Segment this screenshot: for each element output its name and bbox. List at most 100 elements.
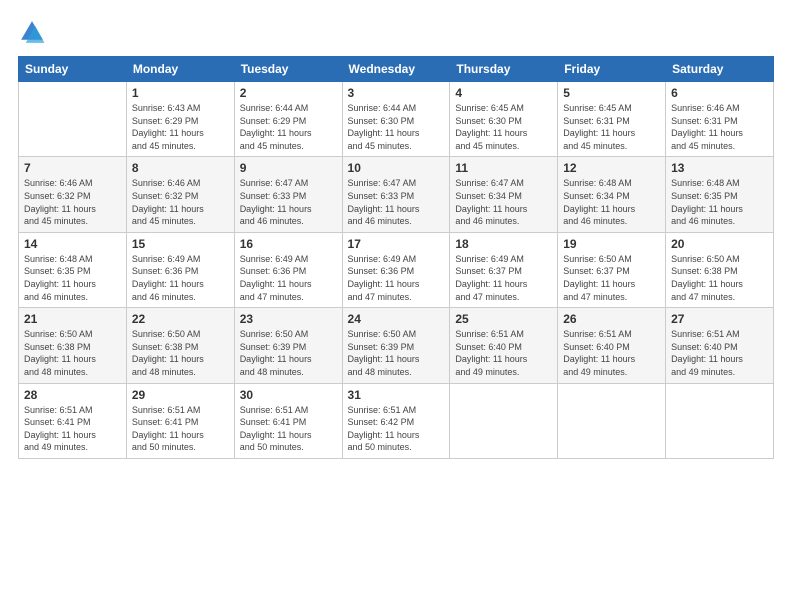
day-number: 13 [671,161,768,175]
calendar-cell: 14Sunrise: 6:48 AMSunset: 6:35 PMDayligh… [19,232,127,307]
day-info: Sunrise: 6:49 AMSunset: 6:37 PMDaylight:… [455,253,552,303]
calendar-week-row-1: 1Sunrise: 6:43 AMSunset: 6:29 PMDaylight… [19,82,774,157]
calendar-cell: 30 Sunrise: 6:51 AMSunset: 6:41 PMDayligh… [234,383,342,458]
calendar-week-row-4: 21 Sunrise: 6:50 AMSunset: 6:38 PMDayligh… [19,308,774,383]
calendar-table: SundayMondayTuesdayWednesdayThursdayFrid… [18,56,774,459]
calendar-cell: 18 Sunrise: 6:49 AMSunset: 6:37 PMDayligh… [450,232,558,307]
day-info: Sunrise: 6:46 AMSunset: 6:32 PMDaylight:… [132,177,229,227]
calendar-week-row-5: 28 Sunrise: 6:51 AMSunset: 6:41 PMDayligh… [19,383,774,458]
day-info: Sunrise: 6:46 AMSunset: 6:31 PMDaylight:… [671,102,768,152]
calendar-cell: 11 Sunrise: 6:47 AMSunset: 6:34 PMDayligh… [450,157,558,232]
day-number: 31 [348,388,445,402]
day-number: 2 [240,86,337,100]
calendar-cell: 16 Sunrise: 6:49 AMSunset: 6:36 PMDayligh… [234,232,342,307]
day-info: Sunrise: 6:44 AMSunset: 6:30 PMDaylight:… [348,102,445,152]
day-info: Sunrise: 6:50 AMSunset: 6:39 PMDaylight:… [348,328,445,378]
calendar-cell: 13 Sunrise: 6:48 AMSunset: 6:35 PMDayligh… [666,157,774,232]
calendar-cell: 19Sunrise: 6:50 AMSunset: 6:37 PMDayligh… [558,232,666,307]
calendar-cell: 5 Sunrise: 6:45 AMSunset: 6:31 PMDaylight… [558,82,666,157]
day-number: 28 [24,388,121,402]
day-number: 15 [132,237,229,251]
day-info: Sunrise: 6:49 AMSunset: 6:36 PMDaylight:… [348,253,445,303]
day-info: Sunrise: 6:51 AMSunset: 6:40 PMDaylight:… [455,328,552,378]
weekday-header-thursday: Thursday [450,57,558,82]
day-info: Sunrise: 6:48 AMSunset: 6:35 PMDaylight:… [671,177,768,227]
calendar-week-row-3: 14Sunrise: 6:48 AMSunset: 6:35 PMDayligh… [19,232,774,307]
day-info: Sunrise: 6:50 AMSunset: 6:37 PMDaylight:… [563,253,660,303]
calendar-week-row-2: 7Sunrise: 6:46 AMSunset: 6:32 PMDaylight… [19,157,774,232]
day-number: 16 [240,237,337,251]
day-number: 4 [455,86,552,100]
day-info: Sunrise: 6:47 AMSunset: 6:34 PMDaylight:… [455,177,552,227]
day-number: 9 [240,161,337,175]
day-number: 10 [348,161,445,175]
calendar-cell: 1Sunrise: 6:43 AMSunset: 6:29 PMDaylight… [126,82,234,157]
day-number: 23 [240,312,337,326]
calendar-cell: 24 Sunrise: 6:50 AMSunset: 6:39 PMDayligh… [342,308,450,383]
day-number: 29 [132,388,229,402]
calendar-cell: 25Sunrise: 6:51 AMSunset: 6:40 PMDayligh… [450,308,558,383]
day-info: Sunrise: 6:45 AMSunset: 6:31 PMDaylight:… [563,102,660,152]
day-number: 11 [455,161,552,175]
calendar-cell: 12Sunrise: 6:48 AMSunset: 6:34 PMDayligh… [558,157,666,232]
day-info: Sunrise: 6:45 AMSunset: 6:30 PMDaylight:… [455,102,552,152]
calendar-cell: 10 Sunrise: 6:47 AMSunset: 6:33 PMDayligh… [342,157,450,232]
calendar-cell: 21 Sunrise: 6:50 AMSunset: 6:38 PMDayligh… [19,308,127,383]
calendar-cell: 15 Sunrise: 6:49 AMSunset: 6:36 PMDayligh… [126,232,234,307]
calendar-cell: 20Sunrise: 6:50 AMSunset: 6:38 PMDayligh… [666,232,774,307]
day-number: 12 [563,161,660,175]
day-number: 22 [132,312,229,326]
day-info: Sunrise: 6:47 AMSunset: 6:33 PMDaylight:… [348,177,445,227]
calendar-cell: 9 Sunrise: 6:47 AMSunset: 6:33 PMDaylight… [234,157,342,232]
day-number: 14 [24,237,121,251]
calendar-cell: 7Sunrise: 6:46 AMSunset: 6:32 PMDaylight… [19,157,127,232]
day-number: 5 [563,86,660,100]
day-info: Sunrise: 6:51 AMSunset: 6:40 PMDaylight:… [563,328,660,378]
calendar-cell: 22 Sunrise: 6:50 AMSunset: 6:38 PMDayligh… [126,308,234,383]
page: SundayMondayTuesdayWednesdayThursdayFrid… [0,0,792,612]
day-number: 18 [455,237,552,251]
logo [18,18,50,46]
calendar-cell: 2 Sunrise: 6:44 AMSunset: 6:29 PMDaylight… [234,82,342,157]
page-header [18,18,774,46]
day-number: 21 [24,312,121,326]
day-info: Sunrise: 6:51 AMSunset: 6:41 PMDaylight:… [240,404,337,454]
weekday-header-tuesday: Tuesday [234,57,342,82]
day-info: Sunrise: 6:49 AMSunset: 6:36 PMDaylight:… [240,253,337,303]
calendar-cell: 27 Sunrise: 6:51 AMSunset: 6:40 PMDayligh… [666,308,774,383]
day-info: Sunrise: 6:44 AMSunset: 6:29 PMDaylight:… [240,102,337,152]
calendar-cell: 28 Sunrise: 6:51 AMSunset: 6:41 PMDayligh… [19,383,127,458]
calendar-cell [19,82,127,157]
weekday-header-friday: Friday [558,57,666,82]
day-info: Sunrise: 6:50 AMSunset: 6:38 PMDaylight:… [24,328,121,378]
day-info: Sunrise: 6:51 AMSunset: 6:41 PMDaylight:… [24,404,121,454]
day-info: Sunrise: 6:51 AMSunset: 6:40 PMDaylight:… [671,328,768,378]
day-info: Sunrise: 6:50 AMSunset: 6:38 PMDaylight:… [132,328,229,378]
day-info: Sunrise: 6:50 AMSunset: 6:38 PMDaylight:… [671,253,768,303]
calendar-cell: 29Sunrise: 6:51 AMSunset: 6:41 PMDayligh… [126,383,234,458]
weekday-header-row: SundayMondayTuesdayWednesdayThursdayFrid… [19,57,774,82]
calendar-cell: 6 Sunrise: 6:46 AMSunset: 6:31 PMDaylight… [666,82,774,157]
day-info: Sunrise: 6:51 AMSunset: 6:42 PMDaylight:… [348,404,445,454]
calendar-cell: 8 Sunrise: 6:46 AMSunset: 6:32 PMDaylight… [126,157,234,232]
day-number: 6 [671,86,768,100]
day-info: Sunrise: 6:50 AMSunset: 6:39 PMDaylight:… [240,328,337,378]
calendar-cell: 17 Sunrise: 6:49 AMSunset: 6:36 PMDayligh… [342,232,450,307]
day-info: Sunrise: 6:49 AMSunset: 6:36 PMDaylight:… [132,253,229,303]
logo-icon [18,18,46,46]
weekday-header-saturday: Saturday [666,57,774,82]
day-number: 30 [240,388,337,402]
day-number: 24 [348,312,445,326]
day-number: 27 [671,312,768,326]
day-number: 17 [348,237,445,251]
calendar-cell: 23 Sunrise: 6:50 AMSunset: 6:39 PMDayligh… [234,308,342,383]
day-number: 8 [132,161,229,175]
day-number: 26 [563,312,660,326]
day-number: 1 [132,86,229,100]
day-info: Sunrise: 6:47 AMSunset: 6:33 PMDaylight:… [240,177,337,227]
weekday-header-wednesday: Wednesday [342,57,450,82]
weekday-header-monday: Monday [126,57,234,82]
calendar-cell: 4 Sunrise: 6:45 AMSunset: 6:30 PMDaylight… [450,82,558,157]
calendar-cell [450,383,558,458]
calendar-cell: 31 Sunrise: 6:51 AMSunset: 6:42 PMDayligh… [342,383,450,458]
